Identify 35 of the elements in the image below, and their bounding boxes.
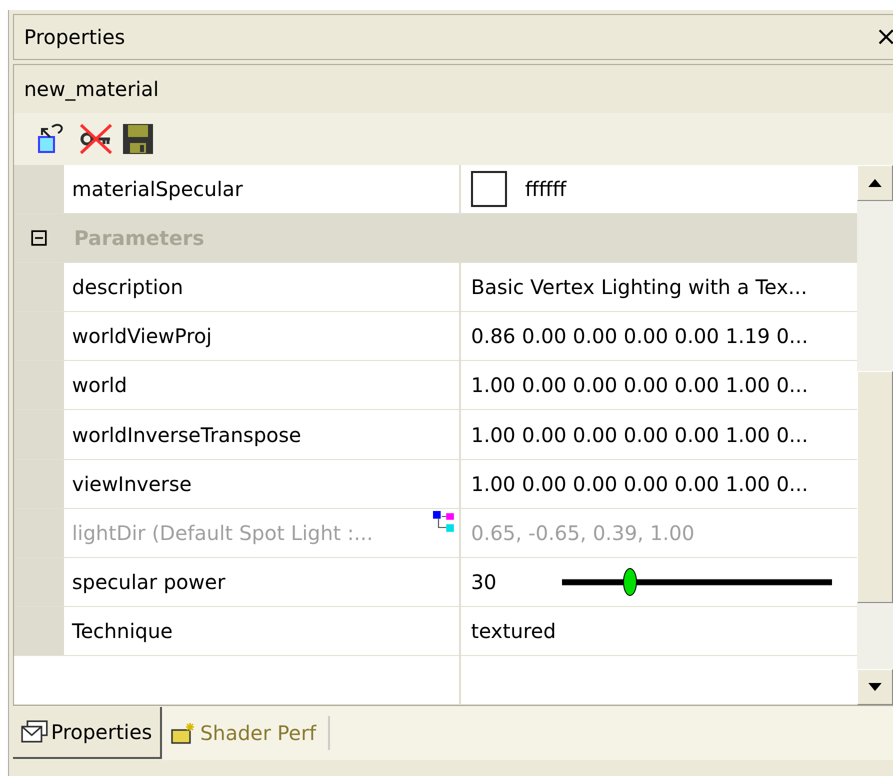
- property-value[interactable]: 1.00 0.00 0.00 0.00 0.00 1.00 0...: [471, 422, 808, 447]
- up-arrow-icon: [868, 179, 882, 187]
- property-name: description: [64, 263, 461, 312]
- property-name: worldViewProj: [64, 312, 461, 360]
- property-value[interactable]: textured: [471, 618, 556, 643]
- tab[interactable]: Properties: [13, 707, 162, 759]
- property-name: Technique: [64, 606, 461, 655]
- property-value[interactable]: ffffff: [525, 177, 566, 202]
- vertical-scrollbar[interactable]: [857, 165, 893, 705]
- scroll-up-button[interactable]: [857, 165, 893, 201]
- scroll-down-button[interactable]: [857, 669, 893, 705]
- property-value[interactable]: 30: [471, 570, 496, 594]
- collapse-button[interactable]: [31, 230, 47, 246]
- property-name: specular power: [64, 558, 461, 606]
- scroll-thumb[interactable]: [857, 371, 893, 603]
- property-value[interactable]: 1.00 0.00 0.00 0.00 0.00 1.00 0...: [471, 373, 808, 398]
- property-value[interactable]: 0.86 0.00 0.00 0.00 0.00 1.19 0...: [471, 324, 808, 348]
- object-name: new_material: [24, 77, 159, 101]
- property-name: world: [64, 361, 461, 410]
- down-arrow-icon: [868, 683, 882, 691]
- delete-key-icon[interactable]: [78, 121, 114, 157]
- property-value[interactable]: 1.00 0.00 0.00 0.00 0.00 1.00 0...: [471, 472, 808, 496]
- property-name: viewInverse: [64, 460, 461, 508]
- panel-title: Properties: [24, 25, 126, 49]
- tab[interactable]: Shader Perf: [162, 707, 324, 759]
- save-icon[interactable]: [120, 121, 156, 157]
- close-button[interactable]: ×: [875, 24, 893, 50]
- category-label: Parameters: [74, 226, 204, 250]
- property-name: worldInverseTranspose: [64, 410, 461, 459]
- envelope-icon: [21, 720, 49, 744]
- property-name: lightDir (Default Spot Light :...: [72, 520, 374, 545]
- property-value: 0.65, -0.65, 0.39, 1.00: [471, 520, 694, 545]
- property-value[interactable]: Basic Vertex Lighting with a Tex...: [471, 275, 808, 300]
- slider-thumb[interactable]: [622, 568, 637, 596]
- color-swatch[interactable]: [471, 171, 507, 208]
